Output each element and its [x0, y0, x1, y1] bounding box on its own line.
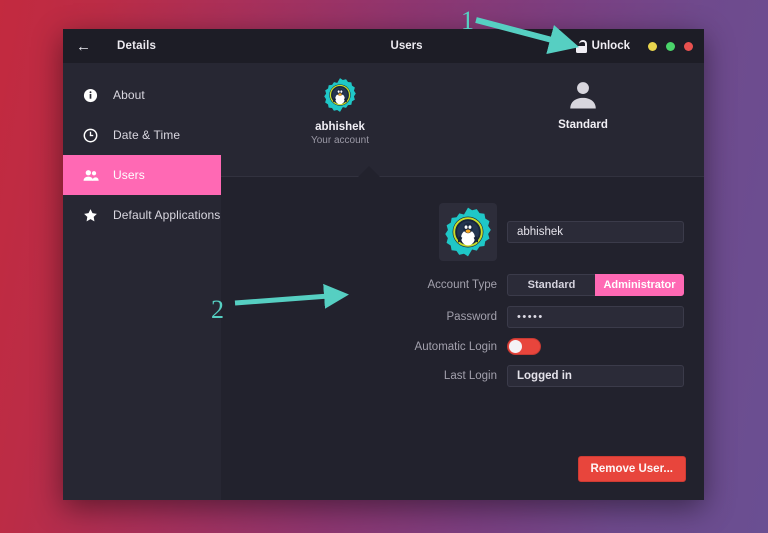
sidebar-label-date-time: Date & Time — [113, 128, 181, 142]
password-label: Password — [446, 311, 498, 323]
back-arrow-icon[interactable]: ← — [76, 39, 94, 54]
sidebar-item-date-time[interactable]: Date & Time — [63, 115, 221, 155]
automatic-login-toggle[interactable] — [507, 338, 541, 355]
password-field[interactable]: ••••• — [507, 306, 684, 328]
avatar-cell — [221, 203, 507, 261]
user-card-subtitle: Your account — [310, 135, 369, 146]
unlock-label: Unlock — [591, 40, 630, 52]
avatar-and-name-row: abhishek — [221, 203, 704, 261]
automatic-login-row: Automatic Login — [221, 338, 704, 355]
sidebar-label-default-applications: Default Applications — [113, 208, 221, 222]
users-icon — [82, 168, 99, 183]
unlock-button[interactable]: Unlock — [575, 39, 630, 53]
window-controls — [648, 41, 693, 51]
remove-user-area: Remove User... — [577, 456, 686, 482]
settings-window: ← Details Users Unlock About Date & Time… — [63, 29, 704, 500]
content-area: abhishek Your account Standard abhishek … — [221, 63, 704, 500]
star-icon — [82, 208, 99, 223]
automatic-login-label: Automatic Login — [414, 340, 497, 353]
user-carousel: abhishek Your account Standard — [221, 63, 704, 177]
page-title: Users — [390, 40, 423, 52]
annotation-number-1: 1 — [461, 6, 474, 35]
maximize-button[interactable] — [666, 41, 675, 51]
username-input[interactable]: abhishek — [507, 221, 684, 243]
sidebar: About Date & Time Users Default Applicat… — [63, 63, 221, 500]
title-bar: ← Details Users Unlock — [63, 29, 704, 63]
selected-user-pointer — [358, 166, 380, 177]
account-type-administrator-button[interactable]: Administrator — [595, 274, 684, 296]
account-type-row: Account Type Standard Administrator — [221, 274, 704, 296]
clock-icon — [82, 128, 99, 143]
user-card-abhishek[interactable]: abhishek Your account — [265, 63, 415, 146]
last-login-row: Last Login Logged in — [221, 365, 704, 387]
account-type-selector: Standard Administrator — [507, 274, 684, 296]
password-row: Password ••••• — [221, 306, 704, 328]
title-bar-left: ← Details — [63, 39, 221, 54]
tux-gear-avatar-icon — [324, 78, 356, 112]
sidebar-label-users: Users — [113, 168, 145, 182]
person-avatar-icon — [570, 82, 596, 109]
tux-gear-avatar-icon — [445, 207, 491, 257]
sidebar-item-about[interactable]: About — [63, 75, 221, 115]
account-type-standard-button[interactable]: Standard — [507, 274, 595, 296]
minimize-button[interactable] — [648, 41, 657, 51]
sidebar-label-about: About — [113, 88, 145, 102]
lock-open-icon — [575, 39, 587, 53]
last-login-label: Last Login — [443, 370, 497, 382]
user-card-standard[interactable]: Standard — [508, 63, 658, 131]
sidebar-item-default-applications[interactable]: Default Applications — [63, 195, 221, 235]
password-value: ••••• — [517, 311, 544, 323]
sidebar-item-users[interactable]: Users — [63, 155, 221, 195]
avatar-button[interactable] — [439, 203, 497, 261]
user-card-name: Standard — [558, 119, 608, 131]
close-button[interactable] — [684, 41, 693, 51]
window-body: About Date & Time Users Default Applicat… — [63, 63, 704, 500]
account-type-label: Account Type — [427, 279, 497, 291]
annotation-number-2: 2 — [211, 295, 224, 324]
title-bar-right: Unlock — [575, 39, 704, 53]
panel-title-details: Details — [117, 40, 157, 52]
toggle-knob — [509, 340, 522, 353]
user-detail-form: abhishek Account Type Standard Administr… — [221, 177, 704, 500]
info-icon — [82, 88, 99, 103]
remove-user-button[interactable]: Remove User... — [577, 456, 686, 482]
last-login-value: Logged in — [507, 365, 684, 387]
user-card-name: abhishek — [315, 121, 365, 133]
